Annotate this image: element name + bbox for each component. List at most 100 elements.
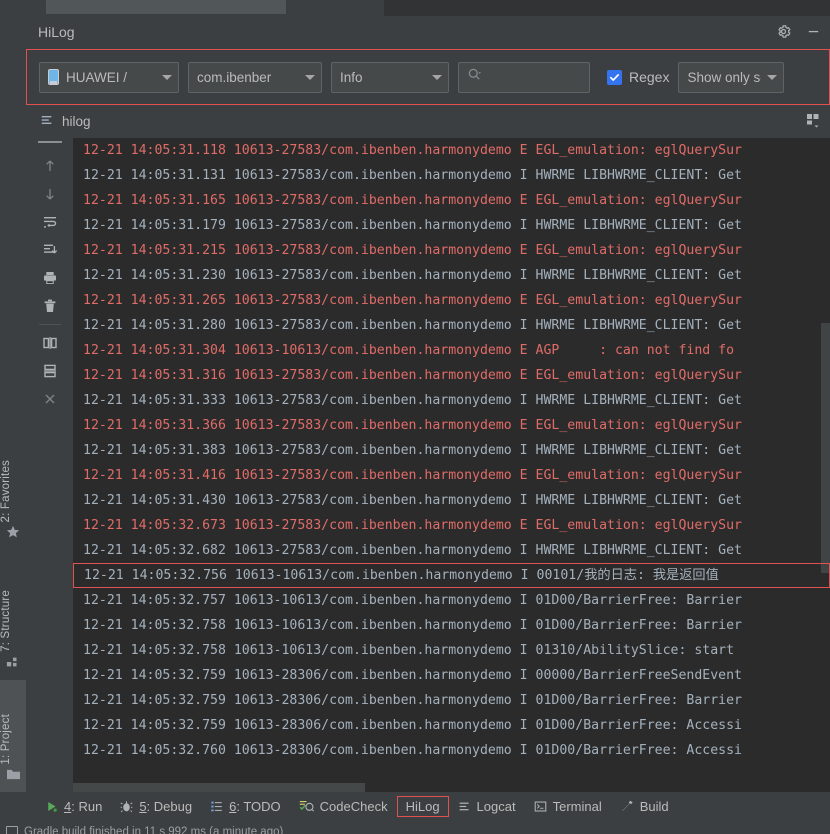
panel-action-buttons bbox=[774, 22, 822, 40]
vertical-scrollbar[interactable] bbox=[821, 323, 830, 573]
bottom-tab-4-run[interactable]: 4: Run bbox=[36, 796, 111, 817]
left-tool-rail: 2: Favorites 7: Structure 1: Project bbox=[0, 16, 27, 792]
tab-hilog[interactable]: hilog bbox=[40, 113, 91, 130]
status-bar: Gradle build finished in 11 s 992 ms (a … bbox=[0, 820, 830, 834]
log-line[interactable]: 12-21 14:05:31.304 10613-10613/com.ibenb… bbox=[73, 338, 830, 363]
log-level-selector[interactable]: Info bbox=[331, 61, 449, 93]
print-icon[interactable] bbox=[37, 264, 63, 292]
log-side-toolbar bbox=[26, 138, 73, 792]
scroll-to-end-icon[interactable] bbox=[37, 236, 63, 264]
scope-selector-label: Show only se bbox=[687, 69, 762, 85]
star-icon bbox=[0, 525, 26, 542]
bottom-tab-build[interactable]: Build bbox=[611, 796, 678, 817]
log-line-list: 12-21 14:05:31.118 10613-27583/com.ibenb… bbox=[73, 138, 830, 763]
filter-toolbar: HUAWEI / com.ibenber Info Regex Show onl… bbox=[26, 49, 830, 105]
sidebar-item-structure[interactable]: 7: Structure bbox=[0, 590, 26, 672]
log-line-highlighted[interactable]: 12-21 14:05:32.756 10613-10613/com.ibenb… bbox=[73, 563, 830, 588]
regex-checkbox-wrapper[interactable]: Regex bbox=[607, 69, 669, 85]
regex-checkbox[interactable] bbox=[607, 69, 622, 85]
soft-wrap-icon[interactable] bbox=[37, 208, 63, 236]
device-phone-icon bbox=[48, 69, 59, 85]
chevron-down-icon bbox=[305, 74, 315, 80]
sidebar-item-project[interactable]: 1: Project bbox=[0, 714, 26, 784]
log-line[interactable]: 12-21 14:05:31.383 10613-27583/com.ibenb… bbox=[73, 438, 830, 463]
project-label: 1: Project bbox=[0, 714, 12, 765]
run-icon bbox=[45, 800, 58, 813]
package-selector[interactable]: com.ibenber bbox=[188, 61, 322, 93]
bottom-tab-6-todo[interactable]: 6: TODO bbox=[201, 796, 290, 817]
split-horizontally-icon[interactable] bbox=[37, 357, 63, 385]
bottom-tab-label: Terminal bbox=[552, 798, 602, 814]
toolbar-divider bbox=[38, 324, 61, 325]
scroll-down-icon[interactable] bbox=[37, 180, 63, 208]
log-output[interactable]: 12-21 14:05:31.118 10613-27583/com.ibenb… bbox=[73, 138, 830, 792]
structure-icon bbox=[0, 655, 26, 672]
log-line[interactable]: 12-21 14:05:31.316 10613-27583/com.ibenb… bbox=[73, 363, 830, 388]
tab-strip-left-pad bbox=[0, 0, 46, 16]
bottom-tab-terminal[interactable]: Terminal bbox=[525, 796, 611, 817]
log-line[interactable]: 12-21 14:05:31.131 10613-27583/com.ibenb… bbox=[73, 163, 830, 188]
bottom-tab-label: Logcat bbox=[476, 798, 516, 814]
log-line[interactable]: 12-21 14:05:32.758 10613-10613/com.ibenb… bbox=[73, 638, 830, 663]
log-line[interactable]: 12-21 14:05:31.118 10613-27583/com.ibenb… bbox=[73, 138, 830, 163]
page-title: HiLog bbox=[38, 24, 75, 40]
bottom-tool-tabs: 4: Run 5: Debug 6: TODO CodeCheck HiLog Logca… bbox=[0, 792, 830, 820]
log-line[interactable]: 12-21 14:05:32.759 10613-28306/com.ibenb… bbox=[73, 663, 830, 688]
bottom-tab-5-debug[interactable]: 5: Debug bbox=[111, 796, 201, 817]
build-status-icon bbox=[6, 825, 18, 834]
log-line[interactable]: 12-21 14:05:32.760 10613-28306/com.ibenb… bbox=[73, 738, 830, 763]
log-line[interactable]: 12-21 14:05:31.179 10613-27583/com.ibenb… bbox=[73, 213, 830, 238]
log-line[interactable]: 12-21 14:05:32.682 10613-27583/com.ibenb… bbox=[73, 538, 830, 563]
scroll-up-icon[interactable] bbox=[37, 152, 63, 180]
horizontal-scrollbar[interactable] bbox=[73, 783, 365, 792]
bottom-tab-logcat[interactable]: Logcat bbox=[449, 796, 525, 817]
log-line[interactable]: 12-21 14:05:32.757 10613-10613/com.ibenb… bbox=[73, 588, 830, 613]
log-lines-icon bbox=[40, 113, 54, 130]
build-icon bbox=[620, 799, 634, 813]
gear-icon[interactable] bbox=[774, 22, 792, 40]
bottom-tab-label: Build bbox=[639, 798, 669, 814]
minimize-icon[interactable] bbox=[804, 22, 822, 40]
close-icon[interactable] bbox=[37, 385, 63, 413]
status-text: Gradle build finished in 11 s 992 ms (a … bbox=[24, 826, 284, 834]
chevron-down-icon bbox=[162, 74, 172, 80]
trash-icon[interactable] bbox=[37, 292, 63, 320]
device-selector[interactable]: HUAWEI / bbox=[39, 61, 179, 93]
package-selector-label: com.ibenber bbox=[197, 69, 272, 85]
tab-strip-right-pad bbox=[384, 0, 830, 16]
bottom-tab-hilog[interactable]: HiLog bbox=[396, 795, 449, 817]
log-line[interactable]: 12-21 14:05:31.366 10613-27583/com.ibenb… bbox=[73, 413, 830, 438]
log-line[interactable]: 12-21 14:05:32.759 10613-28306/com.ibenb… bbox=[73, 713, 830, 738]
bottom-tab-label: 5: Debug bbox=[139, 798, 193, 814]
split-vertically-icon[interactable] bbox=[37, 329, 63, 357]
chevron-down-icon bbox=[767, 74, 778, 80]
log-line[interactable]: 12-21 14:05:31.265 10613-27583/com.ibenb… bbox=[73, 288, 830, 313]
log-line[interactable]: 12-21 14:05:32.759 10613-28306/com.ibenb… bbox=[73, 688, 830, 713]
search-box[interactable] bbox=[458, 61, 590, 93]
codecheck-icon bbox=[299, 799, 314, 813]
todo-icon bbox=[210, 800, 223, 813]
log-line[interactable]: 12-21 14:05:31.165 10613-27583/com.ibenb… bbox=[73, 188, 830, 213]
device-selector-label: HUAWEI / bbox=[66, 69, 128, 85]
search-input[interactable] bbox=[486, 68, 581, 86]
scope-selector[interactable]: Show only se bbox=[678, 61, 785, 93]
log-line[interactable]: 12-21 14:05:31.215 10613-27583/com.ibenb… bbox=[73, 238, 830, 263]
log-line[interactable]: 12-21 14:05:31.280 10613-27583/com.ibenb… bbox=[73, 313, 830, 338]
structure-label: 7: Structure bbox=[0, 590, 12, 652]
terminal-icon bbox=[534, 800, 547, 813]
log-line[interactable]: 12-21 14:05:32.758 10613-10613/com.ibenb… bbox=[73, 613, 830, 638]
bottom-tab-label: CodeCheck bbox=[319, 798, 388, 814]
favorites-label: 2: Favorites bbox=[0, 459, 12, 522]
log-line[interactable]: 12-21 14:05:31.430 10613-27583/com.ibenb… bbox=[73, 488, 830, 513]
tab-hilog-label: hilog bbox=[62, 114, 91, 129]
log-viewport: 12-21 14:05:31.118 10613-27583/com.ibenb… bbox=[26, 138, 830, 792]
layout-split-icon[interactable] bbox=[805, 112, 821, 133]
log-line[interactable]: 12-21 14:05:32.673 10613-27583/com.ibenb… bbox=[73, 513, 830, 538]
editor-tab-placeholder[interactable] bbox=[46, 0, 286, 14]
gutter-divider bbox=[38, 141, 62, 143]
sidebar-item-favorites[interactable]: 2: Favorites bbox=[0, 460, 26, 542]
bottom-tab-codecheck[interactable]: CodeCheck bbox=[290, 796, 397, 817]
log-line[interactable]: 12-21 14:05:31.230 10613-27583/com.ibenb… bbox=[73, 263, 830, 288]
log-line[interactable]: 12-21 14:05:31.416 10613-27583/com.ibenb… bbox=[73, 463, 830, 488]
log-line[interactable]: 12-21 14:05:31.333 10613-27583/com.ibenb… bbox=[73, 388, 830, 413]
